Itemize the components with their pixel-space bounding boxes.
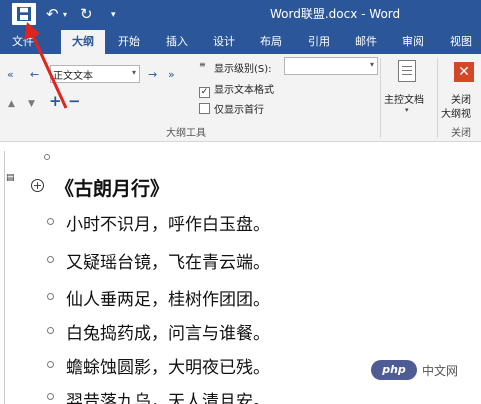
paragraph-mark-icon: ▤: [6, 173, 15, 183]
tab-mailings[interactable]: 邮件: [349, 30, 383, 54]
list-item[interactable]: 小时不识月，呼作白玉盘。: [66, 210, 270, 235]
show-text-formatting-checkbox[interactable]: ✓ 显示文本格式: [199, 81, 274, 98]
watermark: php 中文网: [371, 360, 481, 382]
tab-view[interactable]: 视图: [444, 30, 478, 54]
move-down-button[interactable]: ▼: [28, 97, 35, 111]
heading-text[interactable]: 《古朗月行》: [55, 174, 169, 201]
close-group-label: 关闭: [451, 128, 471, 139]
promote-to-heading-button[interactable]: «: [7, 68, 14, 82]
list-bullet-icon: [47, 293, 54, 300]
watermark-site-name: 中文网: [422, 364, 459, 378]
close-outline-icon[interactable]: ✕: [454, 62, 474, 82]
outline-level-select[interactable]: 正文文本 ▾: [50, 65, 140, 83]
master-document-button[interactable]: 主控文档: [384, 91, 424, 106]
php-logo: php: [371, 360, 417, 380]
show-level-icon: ≡: [199, 60, 206, 69]
document-title: Word联盟.docx - Word: [270, 7, 401, 21]
ribbon-tabs: 文件 大纲 开始 插入 设计 布局 引用 邮件 审阅 视图: [0, 30, 481, 54]
list-bullet-icon: [47, 393, 54, 400]
save-icon: [17, 7, 31, 21]
show-text-formatting-label: 显示文本格式: [214, 85, 274, 96]
list-bullet-icon: [47, 327, 54, 334]
save-button[interactable]: [12, 3, 36, 25]
tab-references[interactable]: 引用: [302, 30, 336, 54]
tab-insert[interactable]: 插入: [160, 30, 194, 54]
margin-rule: [4, 151, 5, 404]
empty-paragraph-bullet: [44, 154, 50, 160]
expand-heading-icon[interactable]: +: [31, 179, 44, 192]
list-item[interactable]: 羿昔落九乌，天人清且安。: [66, 387, 270, 404]
customize-toolbar-button[interactable]: ▾: [111, 6, 116, 24]
undo-dropdown-icon[interactable]: ▾: [63, 5, 67, 25]
move-up-button[interactable]: ▲: [8, 97, 15, 111]
tab-layout[interactable]: 布局: [254, 30, 288, 54]
list-item[interactable]: 蟾蜍蚀圆影，大明夜已残。: [66, 353, 270, 378]
checkbox-unchecked-icon: [199, 103, 210, 114]
tab-review[interactable]: 审阅: [396, 30, 430, 54]
list-bullet-icon: [47, 256, 54, 263]
tab-file[interactable]: 文件: [8, 30, 38, 54]
close-outline-label-2[interactable]: 大纲视: [441, 105, 471, 120]
outline-level-value: 正文文本: [53, 71, 93, 82]
show-first-line-only-checkbox[interactable]: 仅显示首行: [199, 101, 264, 116]
demote-to-body-button[interactable]: »: [168, 68, 175, 82]
divider: [437, 58, 438, 138]
expand-button[interactable]: +: [49, 94, 62, 109]
divider: [380, 58, 381, 138]
list-item[interactable]: 又疑瑶台镜，飞在青云端。: [66, 248, 270, 273]
redo-button[interactable]: ↻: [80, 4, 93, 24]
list-item[interactable]: 仙人垂两足，桂树作团团。: [66, 285, 270, 310]
chevron-down-icon[interactable]: ▾: [405, 106, 409, 114]
show-level-select[interactable]: ▾: [284, 57, 378, 75]
demote-button[interactable]: →: [148, 68, 157, 82]
outline-tools-group-label: 大纲工具: [166, 128, 206, 139]
tab-outline[interactable]: 大纲: [61, 30, 105, 54]
collapse-button[interactable]: −: [68, 94, 81, 109]
list-item[interactable]: 白兔捣药成，问言与谁餐。: [66, 319, 270, 344]
tab-home[interactable]: 开始: [112, 30, 146, 54]
title-bar: ↶ ▾ ↻ ▾ Word联盟.docx - Word: [0, 0, 481, 30]
list-bullet-icon: [47, 218, 54, 225]
chevron-down-icon: ▾: [369, 60, 374, 69]
undo-button[interactable]: ↶: [46, 4, 62, 24]
promote-button[interactable]: ←: [30, 68, 39, 82]
show-level-label: 显示级别(S):: [214, 64, 272, 75]
master-document-icon[interactable]: [398, 60, 416, 82]
show-first-line-only-label: 仅显示首行: [214, 105, 264, 116]
list-bullet-icon: [47, 361, 54, 368]
chevron-down-icon: ▾: [131, 68, 136, 77]
close-outline-label[interactable]: 关闭: [451, 91, 471, 106]
tab-design[interactable]: 设计: [207, 30, 241, 54]
ribbon: « ← 正文文本 ▾ → » ▲ ▼ + − ≡ 显示级别(S): ▾ ✓ 显示文…: [0, 54, 481, 142]
checkbox-checked-icon: ✓: [199, 87, 210, 98]
